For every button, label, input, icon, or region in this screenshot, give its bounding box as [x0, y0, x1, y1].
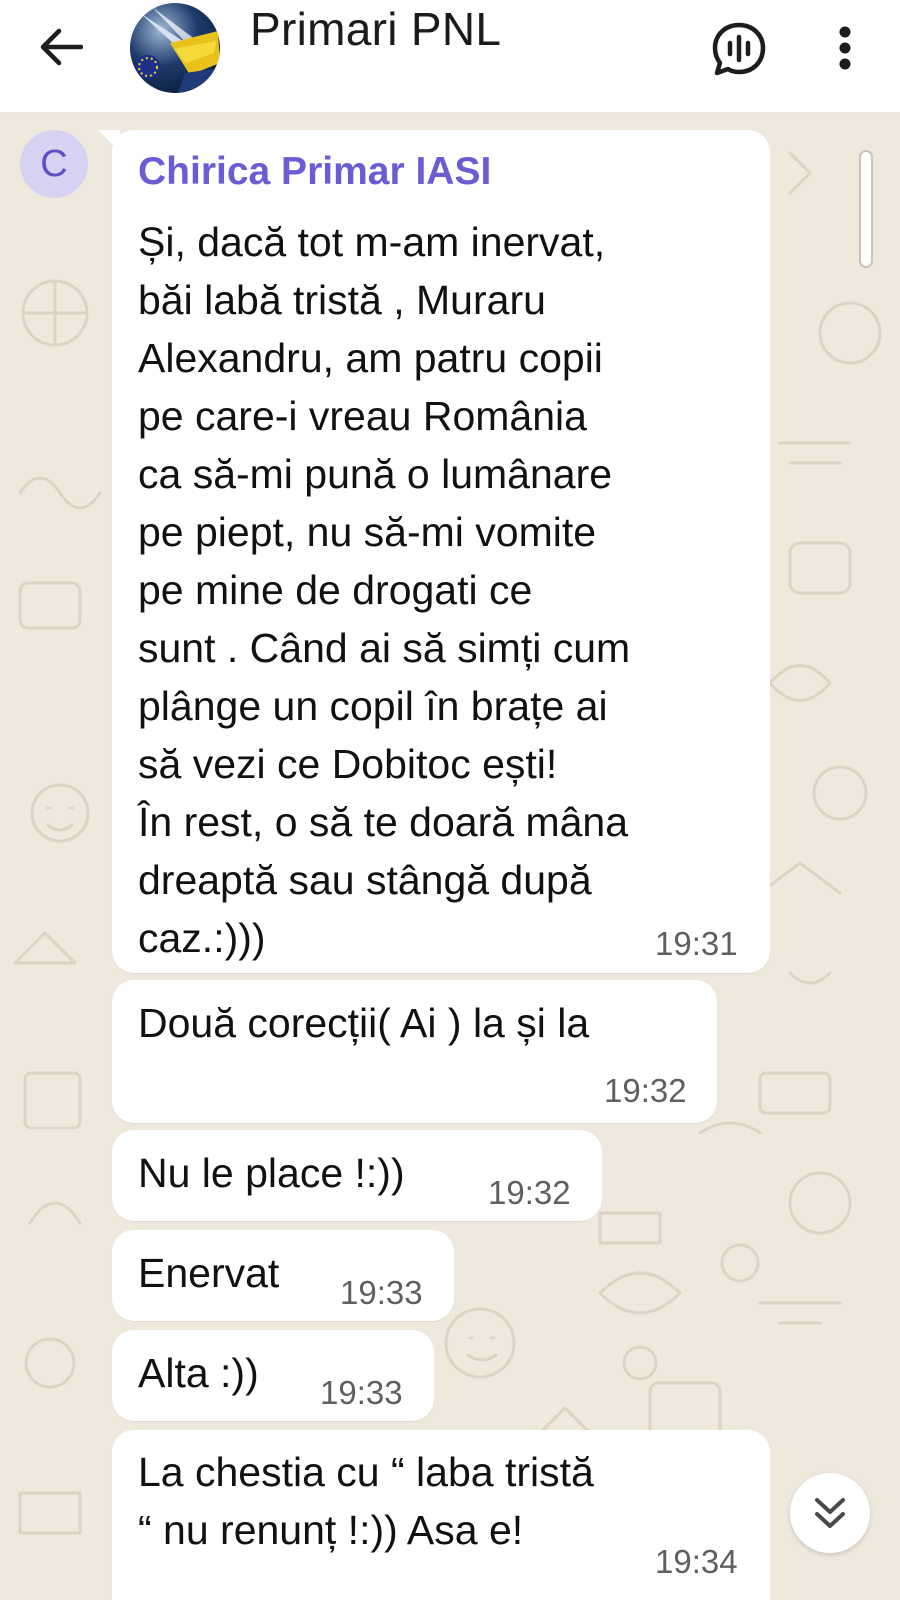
- message-time: 19:33: [340, 1274, 423, 1311]
- message-time: 19:32: [488, 1174, 571, 1211]
- bubble-tail: [98, 130, 120, 152]
- arrow-left-icon: [40, 28, 83, 66]
- message-text: Enervat: [138, 1250, 280, 1296]
- message-bubble[interactable]: Chirica Primar IASI Și, dacă tot m-am in…: [98, 130, 770, 973]
- message-time: 19:33: [320, 1374, 403, 1411]
- message-text: Nu le place !:)): [138, 1150, 405, 1196]
- scrollbar[interactable]: [859, 150, 873, 268]
- group-avatar[interactable]: [130, 3, 220, 93]
- back-button[interactable]: [36, 22, 86, 72]
- message-text: Alta :)): [138, 1350, 259, 1396]
- message-text: Și, dacă tot m-am inervat, băi labă tris…: [138, 219, 631, 961]
- sender-avatar[interactable]: C: [20, 130, 88, 198]
- message-text: Două corecții( Ai ) la și la: [138, 1000, 590, 1046]
- voice-chat-icon: [712, 22, 766, 76]
- voice-chat-button[interactable]: [710, 20, 768, 78]
- more-options-button[interactable]: [820, 20, 870, 76]
- chat-header: Primari PNL: [0, 0, 900, 113]
- message-bubble[interactable]: Nu le place !:)) 19:32: [112, 1130, 602, 1221]
- more-vertical-icon: [839, 26, 851, 70]
- message-bubble[interactable]: La chestia cu “ laba tristă “ nu renunț …: [112, 1430, 770, 1600]
- message-bubble[interactable]: Enervat 19:33: [112, 1230, 454, 1321]
- message-time: 19:34: [655, 1543, 738, 1580]
- sender-name[interactable]: Chirica Primar IASI: [138, 150, 491, 194]
- scroll-to-bottom-button[interactable]: [790, 1473, 870, 1553]
- double-chevron-down-icon: [815, 1498, 845, 1528]
- message-time: 19:32: [604, 1072, 687, 1109]
- chat-title[interactable]: Primari PNL: [250, 2, 501, 56]
- message-list[interactable]: C Chirica Primar IASI Și, dacă tot m-am …: [0, 113, 900, 1600]
- message-text: La chestia cu “ laba tristă “ nu renunț …: [138, 1449, 594, 1553]
- message-bubble[interactable]: Două corecții( Ai ) la și la 19:32: [112, 980, 717, 1123]
- message-bubble[interactable]: Alta :)) 19:33: [112, 1330, 434, 1421]
- message-time: 19:31: [655, 925, 738, 962]
